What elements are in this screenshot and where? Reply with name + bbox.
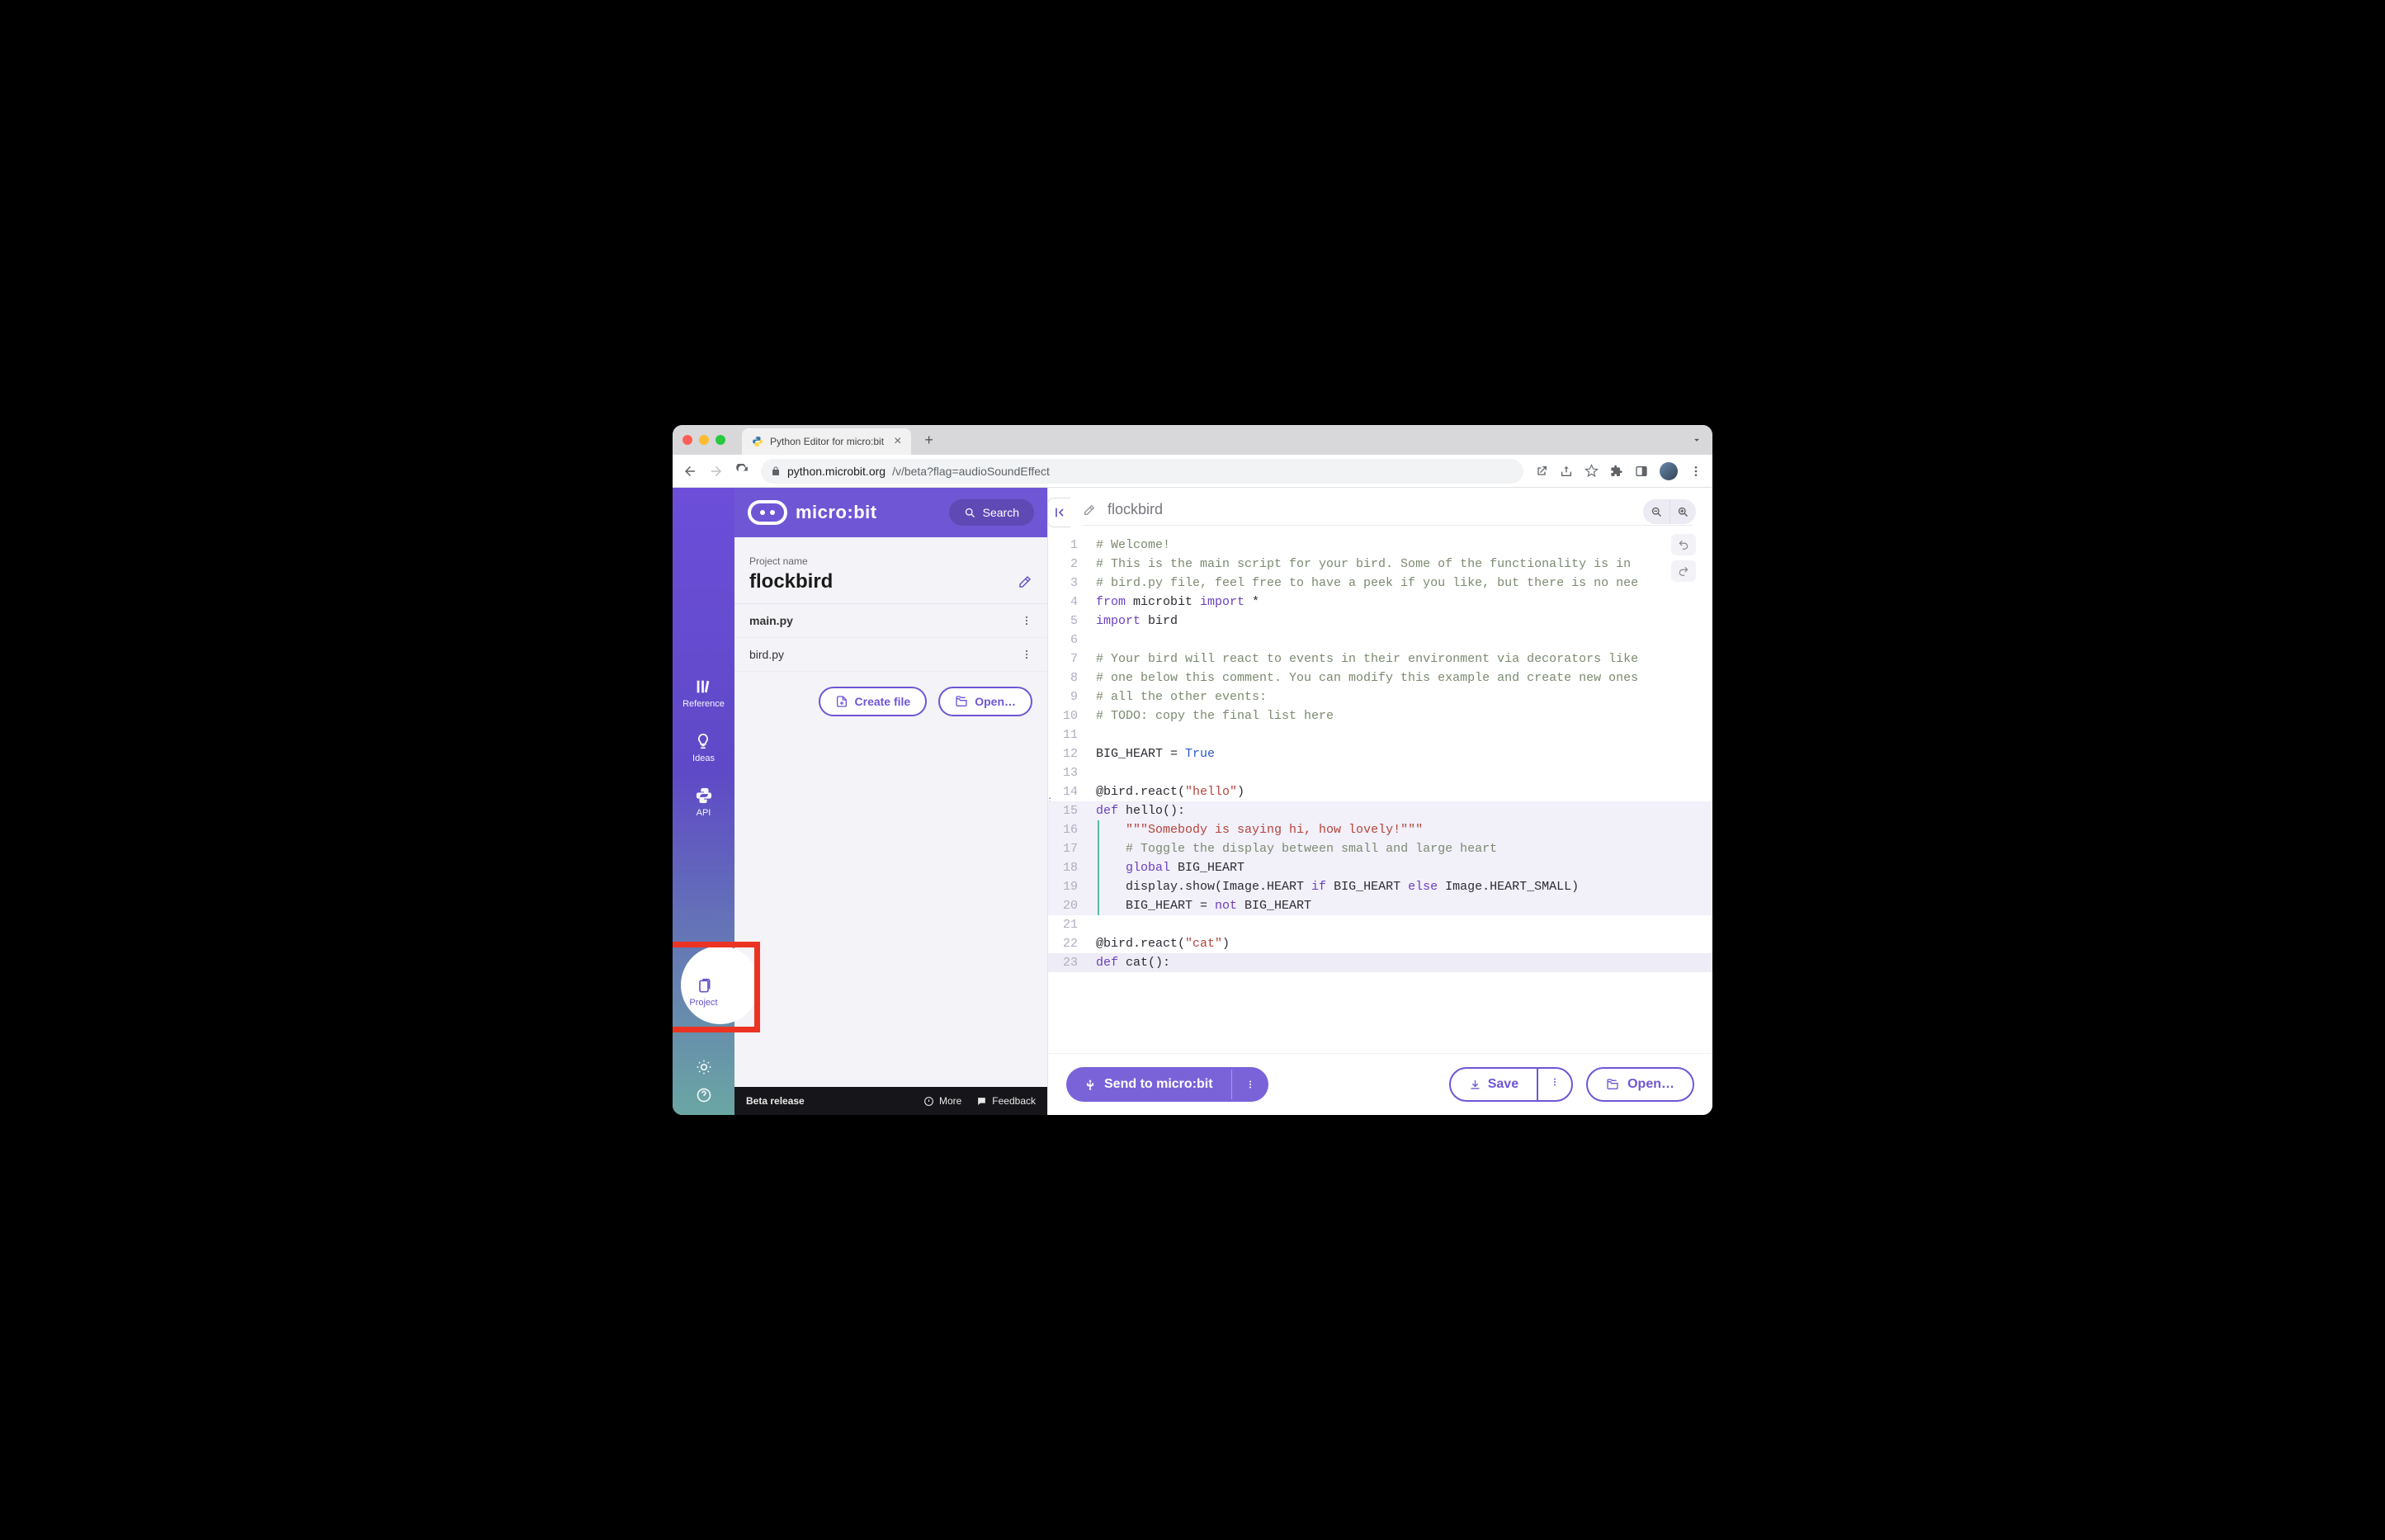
browser-tab[interactable]: Python Editor for micro:bit ×: [742, 428, 911, 455]
code-line[interactable]: 12BIG_HEART = True: [1048, 744, 1712, 763]
extensions-icon[interactable]: [1610, 465, 1623, 478]
open-button[interactable]: Open…: [1586, 1067, 1694, 1102]
zoom-out-button[interactable]: [1643, 499, 1670, 524]
code-line[interactable]: 5import bird: [1048, 612, 1712, 631]
rail-ideas[interactable]: Ideas: [692, 732, 715, 763]
project-box: Project name flockbird: [744, 547, 1037, 603]
save-button[interactable]: Save: [1449, 1067, 1573, 1102]
code-line[interactable]: 13: [1048, 763, 1712, 782]
code-line[interactable]: 19 display.show(Image.HEART if BIG_HEART…: [1048, 877, 1712, 896]
code-line[interactable]: 20 BIG_HEART = not BIG_HEART: [1048, 896, 1712, 915]
open-panel-button[interactable]: Open…: [938, 687, 1032, 716]
microbit-logo-icon: [748, 500, 787, 525]
file-list: main.py bird.py: [734, 603, 1047, 672]
close-window-button[interactable]: [682, 435, 692, 445]
code-line[interactable]: 7# Your bird will react to events in the…: [1048, 650, 1712, 668]
code-line[interactable]: 3# bird.py file, feel free to have a pee…: [1048, 574, 1712, 593]
rail-bottom: [673, 1059, 734, 1103]
editor-header: flockbird: [1048, 488, 1712, 525]
url-path: /v/beta?flag=audioSoundEffect: [892, 465, 1050, 478]
create-file-button[interactable]: Create file: [819, 687, 928, 716]
code-line[interactable]: 10# TODO: copy the final list here: [1048, 706, 1712, 725]
send-to-microbit-button[interactable]: Send to micro:bit: [1066, 1067, 1268, 1102]
brand-logo: micro:bit: [748, 500, 877, 525]
profile-avatar[interactable]: [1660, 462, 1678, 480]
app-frame: Reference Ideas API Project: [673, 488, 1712, 1115]
code-line[interactable]: 16 """Somebody is saying hi, how lovely!…: [1048, 820, 1712, 839]
bookmark-star-icon[interactable]: [1584, 464, 1599, 478]
file-item-main[interactable]: main.py: [734, 604, 1047, 638]
code-line[interactable]: 18 global BIG_HEART: [1048, 858, 1712, 877]
zoom-in-button[interactable]: [1670, 499, 1696, 524]
address-bar[interactable]: python.microbit.org/v/beta?flag=audioSou…: [761, 459, 1523, 484]
code-line[interactable]: 21: [1048, 915, 1712, 934]
back-button[interactable]: [682, 464, 697, 479]
download-icon: [1469, 1079, 1481, 1091]
sidepanel-icon[interactable]: [1635, 465, 1648, 478]
code-line[interactable]: 9# all the other events:: [1048, 687, 1712, 706]
close-tab-icon[interactable]: ×: [894, 434, 901, 449]
forward-button[interactable]: [709, 464, 724, 479]
browser-window: Python Editor for micro:bit × + python.m…: [673, 425, 1712, 1115]
usb-icon: [1084, 1079, 1096, 1090]
search-button[interactable]: Search: [949, 499, 1034, 526]
help-icon[interactable]: [696, 1087, 712, 1103]
folder-icon: [1606, 1078, 1619, 1091]
python-favicon: [752, 436, 763, 447]
project-name: flockbird: [749, 570, 833, 593]
edit-filename-icon[interactable]: [1083, 503, 1096, 517]
new-tab-button[interactable]: +: [918, 432, 940, 449]
feedback-link[interactable]: Feedback: [976, 1095, 1036, 1107]
code-line[interactable]: 8# one below this comment. You can modif…: [1048, 668, 1712, 687]
url-host: python.microbit.org: [787, 465, 886, 478]
share-icon[interactable]: [1560, 465, 1573, 478]
brand-bar: micro:bit Search: [734, 488, 1047, 537]
editor-filename: flockbird: [1107, 501, 1163, 518]
code-line[interactable]: 15def hello():: [1048, 801, 1712, 820]
rail-api[interactable]: API: [695, 787, 713, 818]
code-area[interactable]: 1# Welcome!2# This is the main script fo…: [1048, 526, 1712, 1053]
file-more-icon[interactable]: [1021, 615, 1032, 626]
more-link[interactable]: More: [923, 1095, 961, 1107]
settings-icon[interactable]: [696, 1059, 712, 1075]
code-line[interactable]: 1# Welcome!: [1048, 536, 1712, 555]
code-line[interactable]: 22@bird.react("cat"): [1048, 934, 1712, 953]
save-menu-button[interactable]: [1537, 1069, 1571, 1100]
left-rail: Reference Ideas API Project: [673, 488, 734, 1115]
send-menu-button[interactable]: [1231, 1070, 1268, 1099]
code-line[interactable]: 2# This is the main script for your bird…: [1048, 555, 1712, 574]
tab-list-button[interactable]: [1691, 434, 1703, 446]
titlebar: Python Editor for micro:bit × +: [673, 425, 1712, 455]
window-controls: [682, 435, 725, 445]
code-line[interactable]: 4from microbit import *: [1048, 593, 1712, 612]
reload-button[interactable]: [735, 464, 749, 478]
code-line[interactable]: 14@bird.react("hello"): [1048, 782, 1712, 801]
file-actions: Create file Open…: [734, 672, 1047, 731]
footer-bar: Beta release More Feedback: [734, 1087, 1047, 1115]
zoom-controls: [1643, 499, 1696, 524]
maximize-window-button[interactable]: [716, 435, 725, 445]
code-line[interactable]: 6: [1048, 631, 1712, 650]
code-line[interactable]: 11: [1048, 725, 1712, 744]
beta-label: Beta release: [746, 1095, 805, 1107]
browser-menu-icon[interactable]: [1689, 465, 1703, 478]
project-name-label: Project name: [744, 547, 1037, 570]
minimize-window-button[interactable]: [699, 435, 709, 445]
edit-project-name-button[interactable]: [1018, 574, 1032, 589]
open-external-icon[interactable]: [1535, 465, 1548, 478]
rail-project[interactable]: Project: [673, 978, 734, 1008]
browser-toolbar: python.microbit.org/v/beta?flag=audioSou…: [673, 455, 1712, 488]
file-item-bird[interactable]: bird.py: [734, 638, 1047, 672]
code-editor-panel: ⋮ flockbird 1# Welcome!2: [1048, 488, 1712, 1115]
file-more-icon[interactable]: [1021, 649, 1032, 660]
code-line[interactable]: 17 # Toggle the display between small an…: [1048, 839, 1712, 858]
side-panel: micro:bit Search Project name flockbird: [734, 488, 1048, 1115]
rail-reference[interactable]: Reference: [682, 678, 725, 709]
tab-title: Python Editor for micro:bit: [770, 436, 884, 447]
collapse-panel-button[interactable]: [1047, 498, 1070, 527]
code-line[interactable]: 23def cat():: [1048, 953, 1712, 972]
lock-icon: [771, 466, 781, 476]
bottom-action-bar: Send to micro:bit Save: [1048, 1053, 1712, 1115]
